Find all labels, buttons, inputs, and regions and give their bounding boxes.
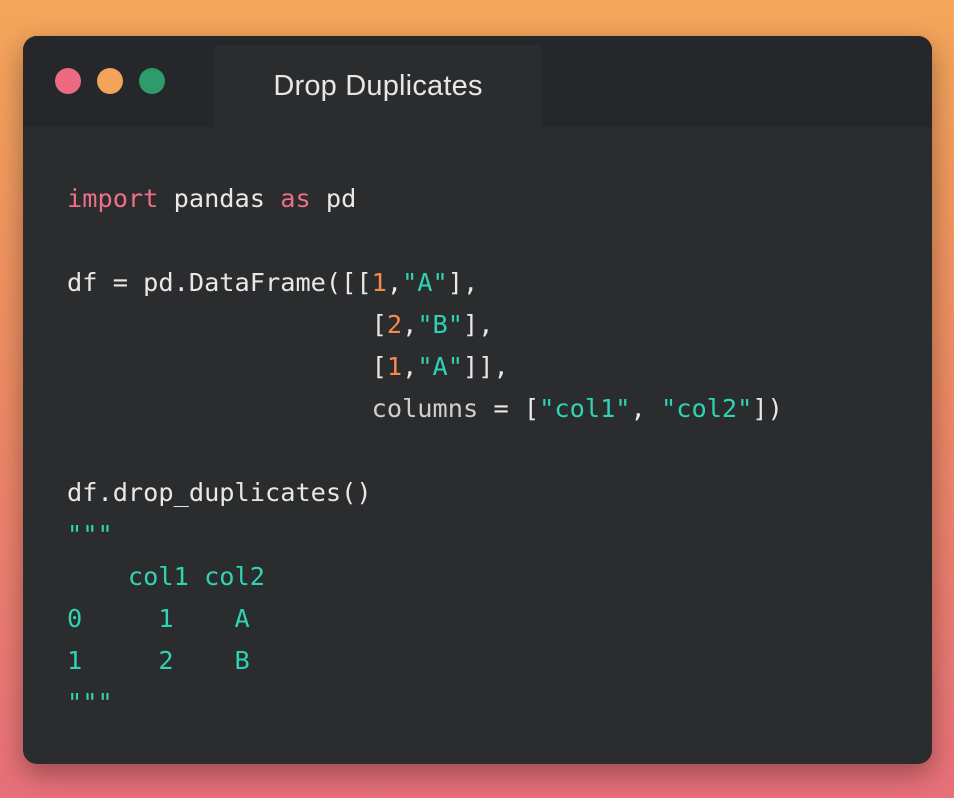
output-line-row-0: 0 1 A	[67, 598, 783, 640]
output-line-header: col1 col2	[67, 556, 783, 598]
number-literal: 1	[371, 268, 387, 297]
code-token: [	[67, 352, 387, 381]
string-literal: "A"	[417, 352, 464, 381]
output-text: 0 1 A	[67, 604, 250, 633]
string-literal: "A"	[402, 268, 448, 297]
code-line-3: df = pd.DataFrame([[1,"A"],	[67, 262, 783, 304]
code-token: ,	[630, 394, 662, 423]
code-token: ]],	[463, 352, 509, 381]
code-token: ,	[402, 310, 418, 339]
code-line-6: columns = ["col1", "col2"])	[67, 388, 783, 430]
code-token: = [	[478, 394, 540, 423]
code-token: df.drop_duplicates()	[67, 478, 372, 507]
string-literal: "col1"	[539, 394, 631, 423]
code-token: ,	[402, 352, 418, 381]
code-line-5: [1,"A"]],	[67, 346, 783, 388]
code-block: import pandas as pd df = pd.DataFrame([[1…	[67, 178, 783, 724]
parameter-name: columns	[371, 394, 479, 423]
code-token: pd	[310, 184, 357, 213]
title-bar: Drop Duplicates	[23, 36, 932, 127]
output-text: """	[67, 520, 113, 549]
number-literal: 2	[386, 310, 403, 339]
string-literal: "col2"	[661, 394, 753, 423]
keyword-as: as	[280, 184, 311, 213]
minimize-window-button[interactable]	[97, 68, 123, 94]
keyword-import: import	[67, 184, 159, 213]
code-token: ])	[752, 394, 783, 423]
tab-title: Drop Duplicates	[273, 69, 483, 102]
tab-drop-duplicates[interactable]: Drop Duplicates	[214, 45, 542, 127]
code-token: ],	[447, 268, 479, 297]
output-line-docstring-close: """	[67, 682, 783, 724]
code-token: [	[67, 310, 387, 339]
code-token: ],	[463, 310, 494, 339]
close-window-button[interactable]	[55, 68, 81, 94]
string-literal: "B"	[417, 310, 464, 339]
output-line-row-1: 1 2 B	[67, 640, 783, 682]
code-line-4: [2,"B"],	[67, 304, 783, 346]
output-line-docstring-open: """	[67, 514, 783, 556]
code-window: Drop Duplicates import pandas as pd df = …	[23, 36, 932, 764]
code-line-1: import pandas as pd	[67, 178, 783, 220]
number-literal: 1	[386, 352, 403, 381]
output-text: col1 col2	[67, 562, 265, 591]
code-line-8: df.drop_duplicates()	[67, 472, 783, 514]
code-token: df = pd.DataFrame([[	[67, 268, 372, 297]
code-token: pandas	[158, 184, 281, 213]
output-text: 1 2 B	[67, 646, 250, 675]
code-token: ,	[386, 268, 403, 297]
maximize-window-button[interactable]	[139, 68, 165, 94]
output-text: """	[67, 688, 113, 717]
